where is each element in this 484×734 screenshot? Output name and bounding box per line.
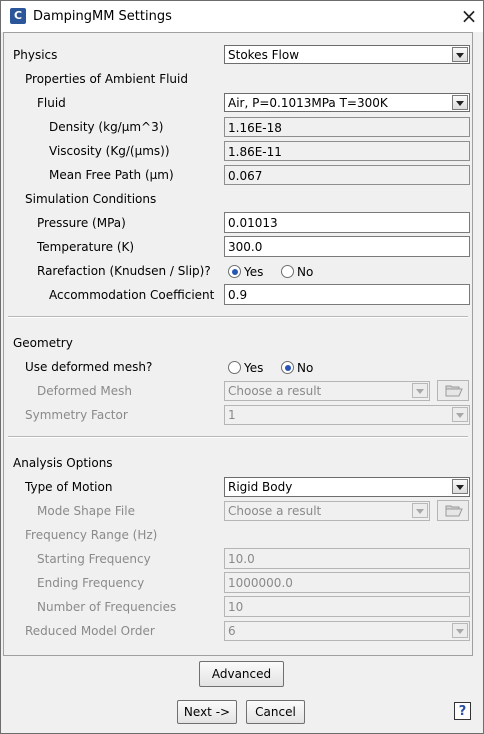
next-button[interactable]: Next -> (177, 700, 237, 724)
analysis-options-heading: Analysis Options (13, 456, 113, 470)
deformed-yes-radio[interactable] (228, 361, 241, 374)
temperature-value: 300.0 (228, 240, 263, 254)
frequency-range-heading: Frequency Range (Hz) (25, 528, 158, 542)
mode-shape-file-select: Choose a result (224, 501, 430, 521)
section-divider (8, 436, 468, 438)
physics-label: Physics (13, 48, 58, 62)
chevron-down-icon (452, 623, 468, 638)
chevron-down-icon[interactable] (452, 95, 468, 110)
number-of-frequencies-label: Number of Frequencies (37, 600, 177, 614)
reduced-model-order-label: Reduced Model Order (25, 624, 155, 638)
fluid-select-value: Air, P=0.1013MPa T=300K (228, 96, 388, 110)
title-bar: C DampingMM Settings × (1, 1, 483, 32)
help-button[interactable]: ? (454, 702, 471, 720)
ending-frequency-input: 1000000.0 (224, 572, 470, 593)
deformed-mesh-label: Deformed Mesh (37, 384, 133, 398)
starting-frequency-value: 10.0 (228, 552, 255, 566)
chevron-down-icon (452, 407, 468, 422)
close-icon[interactable]: × (460, 6, 478, 26)
accommodation-input[interactable]: 0.9 (224, 284, 470, 305)
ending-frequency-label: Ending Frequency (37, 576, 145, 590)
simulation-conditions-heading: Simulation Conditions (25, 192, 157, 206)
number-of-frequencies-input: 10 (224, 596, 470, 617)
app-icon: C (10, 8, 26, 24)
deformed-no-radio[interactable] (281, 361, 294, 374)
browse-folder-button (437, 380, 469, 401)
type-of-motion-select[interactable]: Rigid Body (224, 477, 470, 497)
symmetry-factor-label: Symmetry Factor (25, 408, 128, 422)
fluid-select[interactable]: Air, P=0.1013MPa T=300K (224, 93, 470, 112)
reduced-model-order-select: 6 (224, 621, 470, 641)
physics-select-value: Stokes Flow (228, 48, 300, 62)
rarefaction-no-radio[interactable] (281, 265, 294, 278)
folder-open-icon (445, 505, 463, 517)
ambient-fluid-heading: Properties of Ambient Fluid (25, 72, 188, 86)
pressure-value: 0.01013 (228, 216, 278, 230)
pressure-label: Pressure (MPa) (37, 216, 126, 230)
viscosity-label: Viscosity (Kg/(µms)) (49, 144, 170, 158)
help-icon: ? (458, 704, 467, 719)
density-field: 1.16E-18 (224, 117, 470, 137)
density-value: 1.16E-18 (228, 121, 282, 135)
type-of-motion-value: Rigid Body (228, 480, 293, 494)
rarefaction-yes-label[interactable]: Yes (244, 265, 263, 279)
chevron-down-icon (412, 383, 428, 398)
accommodation-label: Accommodation Coefficient (49, 288, 215, 302)
symmetry-factor-value: 1 (228, 408, 236, 422)
viscosity-value: 1.86E-11 (228, 145, 282, 159)
accommodation-value: 0.9 (228, 288, 248, 302)
deformed-mesh-question: Use deformed mesh? (25, 360, 153, 374)
mean-free-path-field: 0.067 (224, 165, 470, 185)
ending-frequency-value: 1000000.0 (228, 576, 293, 590)
cancel-button[interactable]: Cancel (246, 700, 305, 724)
rarefaction-label: Rarefaction (Knudsen / Slip)? (37, 264, 211, 278)
starting-frequency-input: 10.0 (224, 548, 470, 569)
temperature-label: Temperature (K) (37, 240, 135, 254)
rarefaction-no-label[interactable]: No (297, 265, 313, 279)
deformed-yes-label[interactable]: Yes (244, 361, 263, 375)
chevron-down-icon[interactable] (452, 479, 468, 494)
deformed-mesh-select: Choose a result (224, 381, 430, 401)
number-of-frequencies-value: 10 (228, 600, 244, 614)
viscosity-field: 1.86E-11 (224, 141, 470, 161)
temperature-input[interactable]: 300.0 (224, 236, 470, 257)
starting-frequency-label: Starting Frequency (37, 552, 151, 566)
type-of-motion-label: Type of Motion (25, 480, 113, 494)
deformed-no-label[interactable]: No (297, 361, 313, 375)
symmetry-factor-select: 1 (224, 405, 470, 425)
fluid-label: Fluid (37, 96, 66, 110)
deformed-mesh-placeholder: Choose a result (228, 384, 322, 398)
mode-shape-placeholder: Choose a result (228, 504, 322, 518)
chevron-down-icon[interactable] (452, 47, 468, 62)
pressure-input[interactable]: 0.01013 (224, 212, 470, 233)
rarefaction-yes-radio[interactable] (228, 265, 241, 278)
physics-select[interactable]: Stokes Flow (224, 45, 470, 64)
browse-folder-button (437, 500, 469, 521)
mode-shape-file-label: Mode Shape File (37, 504, 135, 518)
geometry-heading: Geometry (13, 336, 73, 350)
density-label: Density (kg/µm^3) (49, 120, 164, 134)
section-divider (8, 316, 468, 318)
window-title: DampingMM Settings (33, 9, 172, 24)
advanced-button[interactable]: Advanced (199, 661, 284, 687)
mean-free-path-value: 0.067 (228, 169, 263, 183)
reduced-model-order-value: 6 (228, 624, 236, 638)
chevron-down-icon (412, 503, 428, 518)
mean-free-path-label: Mean Free Path (µm) (49, 168, 174, 182)
folder-open-icon (445, 385, 463, 397)
